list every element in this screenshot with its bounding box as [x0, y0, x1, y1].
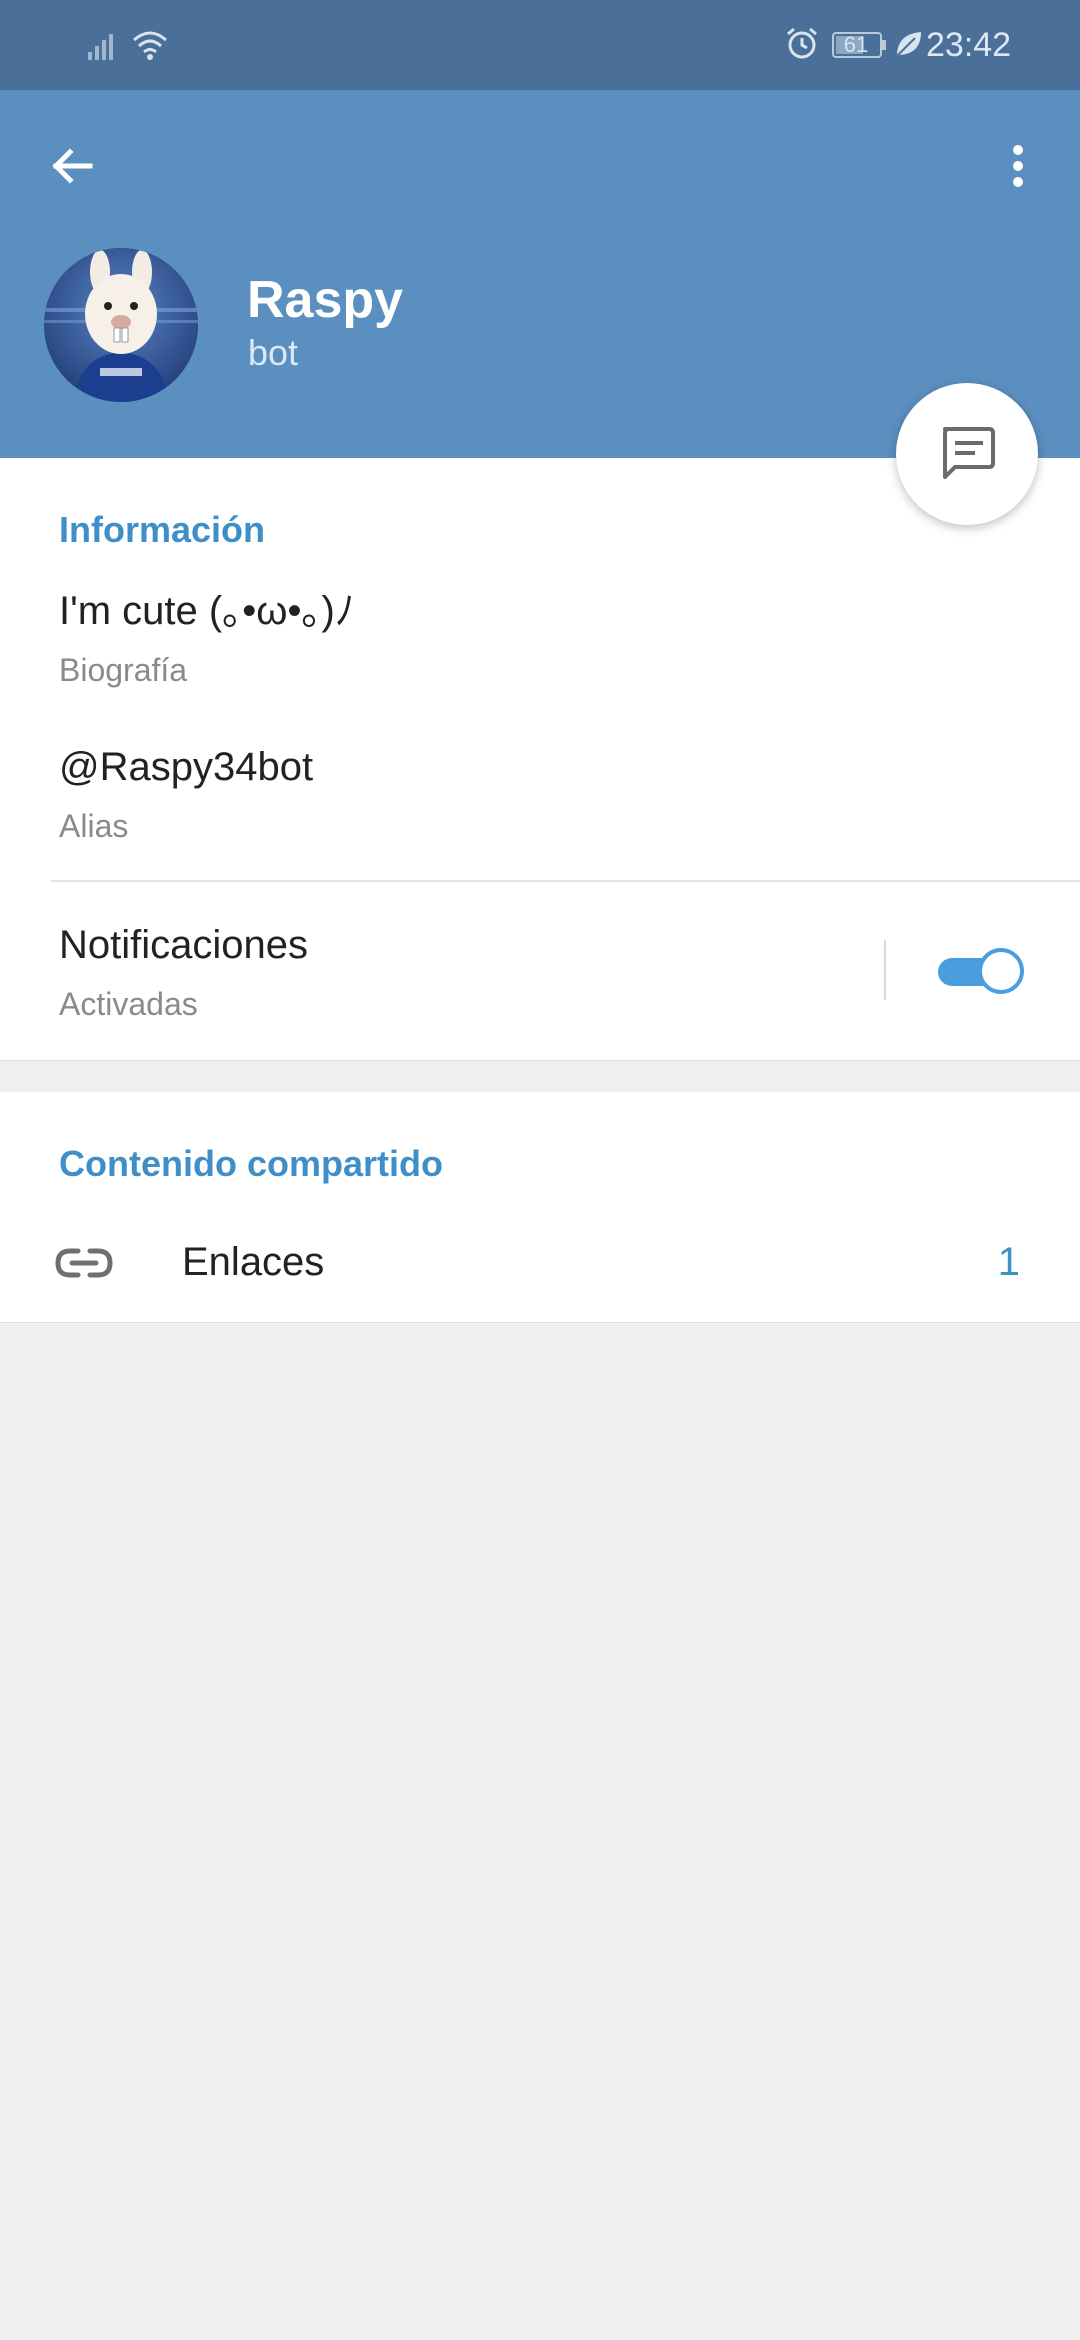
profile-name: Raspy	[247, 271, 404, 329]
links-count: 1	[997, 1240, 1020, 1284]
links-row[interactable]: Enlaces 1	[0, 1219, 1080, 1309]
vertical-divider	[884, 940, 886, 1000]
shared-section-title: Contenido compartido	[59, 1143, 443, 1184]
status-bar: 61 23:42	[0, 0, 1080, 90]
links-label: Enlaces	[182, 1240, 325, 1284]
shared-content-section: Contenido compartido Enlaces 1	[0, 1092, 1080, 1323]
notifications-label: Activadas	[59, 986, 198, 1022]
link-icon	[55, 1248, 113, 1278]
bio-label: Biografía	[59, 652, 188, 688]
profile-screen: 61 23:42 Raspy bot Información I'm cute …	[0, 0, 1080, 2340]
battery-level: 61	[843, 32, 869, 57]
info-section: Información I'm cute (｡•ω•｡)ﾉ Biografía …	[0, 458, 1080, 1061]
avatar[interactable]	[44, 248, 198, 402]
more-options-button[interactable]	[990, 132, 1046, 200]
back-button[interactable]	[38, 132, 106, 200]
more-vert-icon	[1013, 145, 1023, 187]
wifi-icon	[133, 31, 167, 60]
alarm-icon	[787, 27, 817, 59]
message-icon	[943, 427, 995, 479]
leaf-icon	[896, 32, 921, 57]
profile-status: bot	[248, 332, 299, 373]
send-message-button[interactable]	[896, 383, 1038, 525]
notifications-toggle[interactable]	[936, 946, 1026, 996]
alias-label: Alias	[59, 808, 129, 844]
alias-value: @Raspy34bot	[59, 745, 314, 789]
avatar-mascot-image	[44, 248, 198, 402]
clock: 23:42	[926, 26, 1012, 64]
signal-icon	[88, 34, 113, 60]
back-arrow-icon	[52, 148, 93, 184]
notifications-value: Notificaciones	[59, 923, 309, 967]
divider	[51, 880, 1080, 882]
bio-value: I'm cute (｡•ω•｡)ﾉ	[59, 589, 355, 633]
toggle-knob	[978, 948, 1024, 994]
info-section-title: Información	[59, 509, 266, 550]
